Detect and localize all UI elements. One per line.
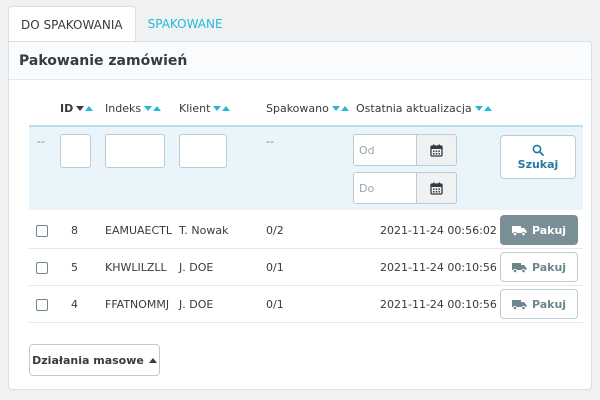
truck-icon bbox=[511, 299, 527, 310]
table-row[interactable]: 8 EAMUAECTL T. Nowak 0/2 2021-11-24 00:5… bbox=[29, 212, 583, 249]
column-header-client[interactable]: Klient bbox=[179, 102, 231, 115]
column-label-updated: Ostatnia aktualizacja bbox=[356, 102, 472, 115]
search-icon bbox=[532, 144, 544, 156]
panel-header: Pakowanie zamówień bbox=[9, 42, 591, 80]
row-index: FFATNOMMJ bbox=[105, 298, 170, 311]
date-from-input[interactable]: Od bbox=[353, 134, 417, 166]
row-id: 8 bbox=[71, 224, 78, 237]
row-updated: 2021-11-24 00:10:56 bbox=[380, 298, 497, 311]
sort-arrows-icon[interactable] bbox=[474, 106, 492, 111]
column-label-packed: Spakowano bbox=[266, 102, 329, 115]
column-header-packed[interactable]: Spakowano bbox=[266, 102, 349, 115]
filter-client-input[interactable] bbox=[179, 134, 227, 168]
search-button[interactable]: Szukaj bbox=[500, 135, 576, 179]
row-checkbox[interactable] bbox=[36, 298, 48, 311]
column-header-id[interactable]: ID bbox=[60, 102, 94, 115]
filter-date-from: Od bbox=[353, 134, 457, 166]
sort-arrows-icon[interactable] bbox=[76, 106, 94, 111]
pack-button[interactable]: Pakuj bbox=[500, 289, 578, 319]
row-checkbox[interactable] bbox=[36, 224, 48, 237]
caret-up-icon bbox=[148, 357, 157, 363]
panel-title: Pakowanie zamówień bbox=[19, 52, 188, 69]
sort-arrows-icon[interactable] bbox=[331, 106, 349, 111]
row-updated: 2021-11-24 00:56:02 bbox=[380, 224, 497, 237]
date-to-input[interactable]: Do bbox=[353, 172, 417, 204]
column-header-updated[interactable]: Ostatnia aktualizacja bbox=[356, 102, 492, 115]
column-label-index: Indeks bbox=[105, 102, 142, 115]
pack-button-label: Pakuj bbox=[531, 297, 567, 311]
filter-date-to: Do bbox=[353, 172, 457, 204]
row-client: J. DOE bbox=[179, 261, 214, 274]
row-client: J. DOE bbox=[179, 298, 214, 311]
calendar-icon[interactable] bbox=[417, 172, 457, 204]
filter-packed-placeholder: -- bbox=[266, 135, 274, 148]
tab-spakowane[interactable]: SPAKOWANE bbox=[136, 6, 235, 41]
filter-index-input[interactable] bbox=[105, 134, 165, 168]
row-client: T. Nowak bbox=[179, 224, 229, 237]
table-row[interactable]: 5 KHWLILZLL J. DOE 0/1 2021-11-24 00:10:… bbox=[29, 249, 583, 286]
filter-checkbox-placeholder: -- bbox=[37, 135, 45, 148]
sort-arrows-icon[interactable] bbox=[213, 106, 231, 111]
column-label-id: ID bbox=[60, 102, 74, 115]
row-id: 5 bbox=[71, 261, 78, 274]
row-packed: 0/1 bbox=[266, 261, 284, 274]
row-packed: 0/2 bbox=[266, 224, 284, 237]
bulk-actions-button[interactable]: Działania masowe bbox=[29, 344, 160, 376]
filter-id-input[interactable] bbox=[60, 134, 91, 168]
truck-icon bbox=[511, 262, 527, 273]
filter-row: -- -- Od Do Szukaj bbox=[29, 125, 583, 210]
tab-do-spakowania[interactable]: DO SPAKOWANIA bbox=[8, 6, 136, 42]
truck-icon bbox=[511, 225, 527, 236]
calendar-icon[interactable] bbox=[417, 134, 457, 166]
row-updated: 2021-11-24 00:10:56 bbox=[380, 261, 497, 274]
row-index: KHWLILZLL bbox=[105, 261, 167, 274]
row-checkbox[interactable] bbox=[36, 261, 48, 274]
column-header-index[interactable]: Indeks bbox=[105, 102, 162, 115]
orders-panel: Pakowanie zamówień ID Indeks Klient Spak… bbox=[8, 41, 592, 390]
pack-button-label: Pakuj bbox=[531, 223, 567, 237]
tab-bar: DO SPAKOWANIA SPAKOWANE bbox=[8, 6, 235, 42]
row-packed: 0/1 bbox=[266, 298, 284, 311]
bulk-actions-label: Działania masowe bbox=[32, 353, 144, 367]
sort-arrows-icon[interactable] bbox=[144, 106, 162, 111]
table-row[interactable]: 4 FFATNOMMJ J. DOE 0/1 2021-11-24 00:10:… bbox=[29, 286, 583, 323]
pack-button-label: Pakuj bbox=[531, 260, 567, 274]
row-id: 4 bbox=[71, 298, 78, 311]
pack-button[interactable]: Pakuj bbox=[500, 252, 578, 282]
row-index: EAMUAECTL bbox=[105, 224, 173, 237]
search-button-label: Szukaj bbox=[517, 157, 559, 171]
column-label-client: Klient bbox=[179, 102, 211, 115]
pack-button[interactable]: Pakuj bbox=[500, 215, 578, 245]
